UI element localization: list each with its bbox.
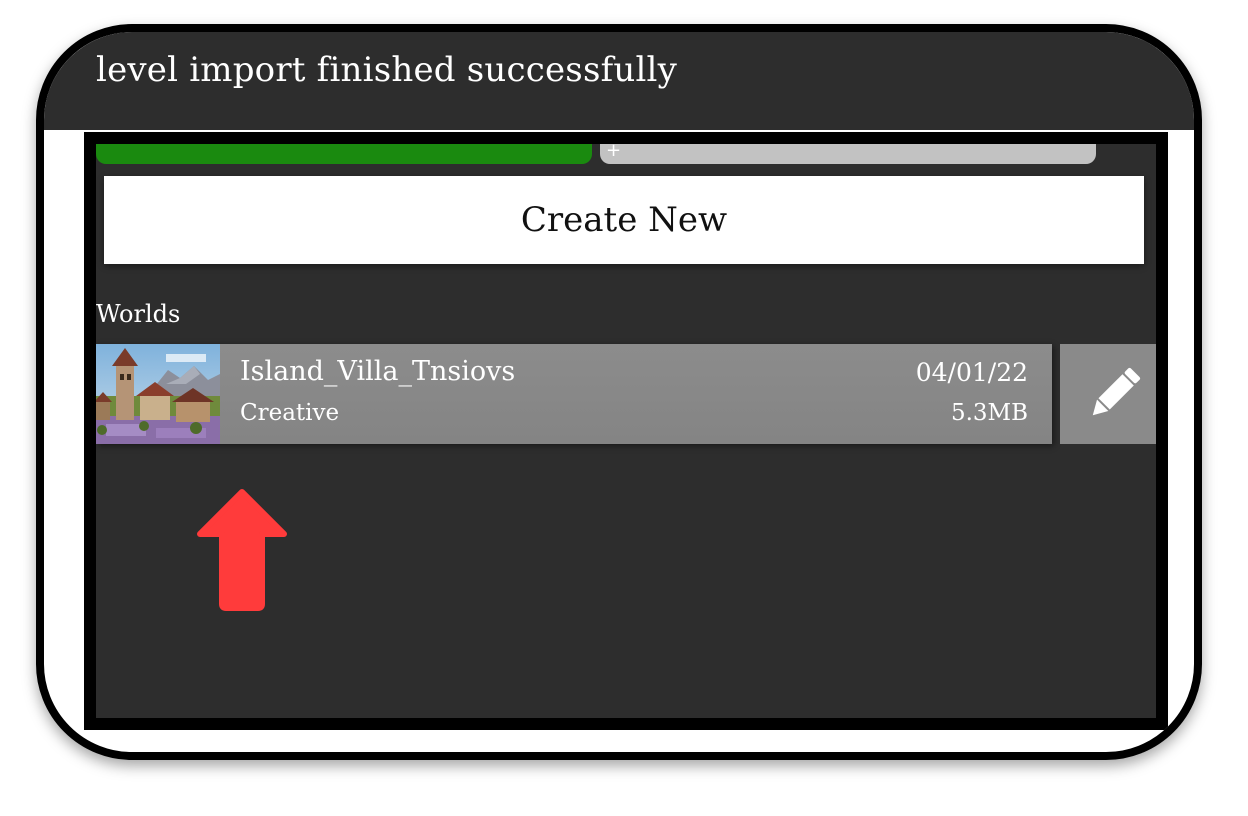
up-arrow-icon	[196, 488, 288, 612]
worlds-screen: + Create New Worlds Island_Villa_Tnsiovs…	[84, 132, 1168, 730]
world-thumbnail	[96, 344, 220, 444]
world-date: 04/01/22	[915, 358, 1028, 387]
tab-bar: +	[96, 144, 1156, 164]
world-name: Island_Villa_Tnsiovs	[240, 356, 516, 387]
toast-message: level import finished successfully	[96, 50, 678, 90]
world-file-size: 5.3MB	[950, 400, 1028, 426]
create-new-button[interactable]: Create New	[104, 176, 1144, 264]
plus-icon: +	[606, 140, 622, 161]
edit-world-button[interactable]	[1060, 344, 1156, 444]
device-frame: level import finished successfully + Cre…	[36, 24, 1202, 760]
pencil-icon	[1092, 367, 1141, 416]
world-list-item[interactable]: Island_Villa_Tnsiovs Creative 04/01/22 5…	[96, 344, 1052, 444]
notification-toast: level import finished successfully	[44, 32, 1194, 130]
worlds-section-title: Worlds	[96, 300, 181, 328]
tab-worlds[interactable]	[96, 144, 592, 164]
tab-add[interactable]: +	[600, 144, 1096, 164]
world-game-mode: Creative	[240, 400, 340, 426]
